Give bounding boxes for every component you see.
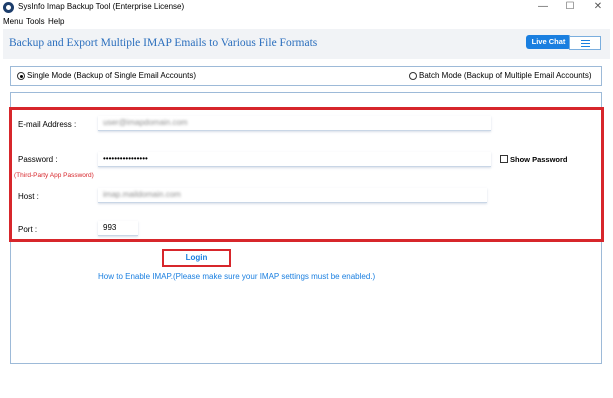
maximize-button[interactable]: ☐: [558, 0, 582, 16]
hamburger-menu-button[interactable]: [569, 36, 601, 50]
password-field[interactable]: ••••••••••••••••: [98, 152, 491, 167]
header-bar: Backup and Export Multiple IMAP Emails t…: [3, 29, 610, 59]
batch-mode-radio[interactable]: [409, 72, 417, 80]
show-password-label[interactable]: Show Password: [510, 155, 568, 164]
live-chat-button[interactable]: Live Chat: [526, 35, 571, 49]
login-button[interactable]: Login: [167, 253, 226, 263]
host-label: Host :: [18, 192, 39, 201]
window-title: SysInfo Imap Backup Tool (Enterprise Lic…: [18, 2, 185, 11]
show-password-checkbox[interactable]: [500, 155, 508, 163]
page-title: Backup and Export Multiple IMAP Emails t…: [9, 37, 318, 49]
mode-selection-panel: Single Mode (Backup of Single Email Acco…: [10, 66, 602, 86]
menu-item-menu[interactable]: Menu: [3, 16, 23, 28]
menu-item-help[interactable]: Help: [48, 16, 64, 28]
password-value: ••••••••••••••••: [103, 154, 148, 163]
email-value: user@imapdomain.com: [103, 118, 188, 127]
title-bar: SysInfo Imap Backup Tool (Enterprise Lic…: [0, 0, 613, 16]
host-field[interactable]: imap.maildomain.com: [98, 188, 487, 203]
port-label: Port :: [18, 225, 38, 234]
close-button[interactable]: ✕: [586, 0, 610, 16]
app-logo-icon: [3, 2, 14, 13]
single-mode-radio[interactable]: [17, 72, 25, 80]
email-field[interactable]: user@imapdomain.com: [98, 116, 491, 131]
host-value: imap.maildomain.com: [103, 190, 181, 199]
email-label: E-mail Address :: [18, 120, 77, 129]
enable-imap-help-link[interactable]: How to Enable IMAP.(Please make sure you…: [98, 272, 375, 281]
port-field[interactable]: 993: [98, 221, 138, 236]
port-value: 993: [103, 223, 117, 232]
batch-mode-label[interactable]: Batch Mode (Backup of Multiple Email Acc…: [419, 71, 592, 80]
minimize-button[interactable]: —: [531, 0, 555, 16]
password-label: Password :: [18, 155, 58, 164]
single-mode-label[interactable]: Single Mode (Backup of Single Email Acco…: [27, 71, 196, 80]
login-highlight-box: Login: [162, 249, 231, 267]
menu-bar: Menu Tools Help: [0, 16, 613, 28]
password-hint: (Third-Party App Password): [14, 172, 94, 179]
menu-item-tools[interactable]: Tools: [26, 16, 45, 28]
